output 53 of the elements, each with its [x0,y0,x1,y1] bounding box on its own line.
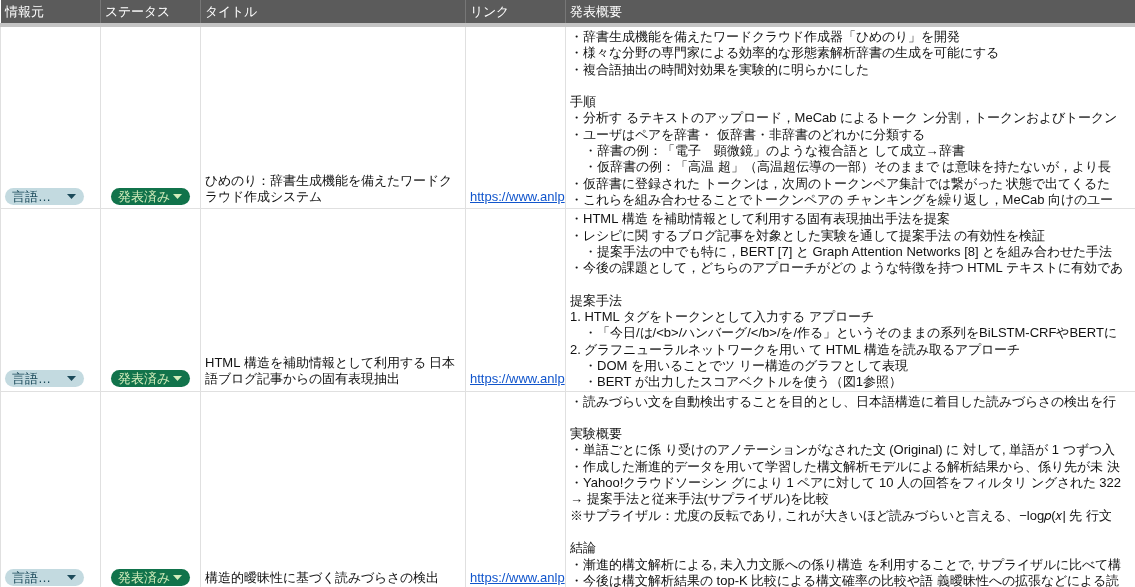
summary-line: ・HTML 構造 を補助情報として利用する固有表現抽出手法を提案 [570,211,951,228]
caret-icon [173,193,182,199]
dropdown-chip[interactable]: 言語… [5,187,84,205]
summary-line: ・これらを組み合わせることでトークンペアの チャンキングを繰り返し，MeCab 向けのユー [570,191,1114,209]
summary-line: ・「今日/は/<b>/ハンバーグ/</b>/を/作る」というそのままの系列をBiLSTM-CRFやBERTに [583,325,1117,342]
column-header[interactable]: 情報元 [0,0,101,25]
title-text: 構造的曖昧性に基づく読みづらさの検出 [205,569,440,587]
summary-line: ・仮辞書に登録された トークンは，次周のトークンペア集計では繋がった 状態で出てくるた [570,175,1111,192]
summary-line: ・読みづらい文を自動検出することを目的とし、日本語構造に着目した読みづらさの検出を行 [570,393,1116,410]
link[interactable]: https://www.anlp [470,371,565,387]
summary-line: 結論 [570,540,596,557]
summary-line: ・漸進的構文解析による, 未入力文脈への係り構造 を利用することで, サプライザルに比べて構 [570,556,1122,573]
summary-line: ・辞書の例：「電子 顕微鏡」のような複合語と して成立→辞書 [583,143,965,160]
summary-line: 実験概要 [570,426,622,443]
summary-line: ・分析す るテキストのアップロード，MeCab によるトーク ン分割，トークンおよびトークン [570,110,1117,127]
dropdown-chip[interactable]: 言語… [5,568,84,586]
summary-line: ・今後の課題として，どちらのアプローチがどの ような特徴を持つ HTML テキストに有効であ [570,260,1123,277]
summary-line: ・仮辞書の例：「高温 超」（高温超伝導の一部）そのままで は意味を持たないが，より長 [583,159,1112,176]
dropdown-chip[interactable]: 言語… [5,370,84,388]
summary-line: ・提案手法の中でも特に，BERT [7] と Graph Attention Networks [8] とを組み合わせた手法 [583,243,1113,261]
summary-line: ・複合語抽出の時間対効果を実験的に明らかにした [570,61,869,78]
column-header[interactable]: リンク [465,0,566,25]
summary-line: ・DOM を用いることでツ リー構造のグラフとして表現 [583,357,908,375]
summary-line: 2. グラフニューラルネットワークを用い て HTML 構造を読み取るアプローチ [570,341,1021,358]
summary-line: ・BERT が出力したスコアベクトルを使う（図1参照） [583,374,903,391]
dropdown-chip[interactable]: 発表済み [111,568,190,586]
summary-line: ・レシピに関 するブログ記事を対象とした実験を通して提案手法 の有効性を検証 [570,227,1046,244]
caret-icon [173,376,182,382]
column-header[interactable]: 発表概要 [565,0,1135,25]
summary-line: 提案手法 [570,292,622,310]
summary-line: 手順 [570,94,596,111]
dropdown-chip[interactable]: 発表済み [111,370,190,388]
link[interactable]: https://www.anlp [470,188,565,204]
summary-line: ・ユーザはペアを辞書・ 仮辞書・非辞書のどれかに分類する [570,126,925,144]
summary-line: → 提案手法と従来手法(サプライザル)を比較 [570,491,830,508]
title-text: HTML 構造を補助情報として利用する 日本語ブログ記事からの固有表現抽出 [205,354,457,388]
summary-line: ・様々な分野の専門家による効率的な形態素解析辞書の生成を可能にする [570,45,999,62]
summary-line: ・Yahoo!クラウドソーシン グにより 1 ペアに対して 10 人の回答をフィルタリ ングされた 322 [570,475,1121,492]
caret-icon [67,193,76,199]
summary-line: ・辞書生成機能を備えたワードクラウド作成器「ひめのり」を開発 [570,29,960,46]
summary-line: ・作成した漸進的データを用いて学習した構文解析モデルによる解析結果から、係り先が未 決 [570,458,1120,475]
column-header[interactable]: ステータス [100,0,201,25]
caret-icon [173,574,182,580]
title-text: ひめのり：辞書生成機能を備えたワードクラウド作成システム [205,172,453,206]
dropdown-chip[interactable]: 発表済み [111,187,190,205]
caret-icon [67,376,76,382]
summary-line: ・今後は構文解析結果の top-K 比較による構文確率の比較や語 義曖昧性への拡張などによる読 [570,572,1119,587]
column-header[interactable]: タイトル [200,0,466,25]
link[interactable]: https://www.anlp [470,569,565,585]
summary-line: 1. HTML タグをトークンとして入力する アプローチ [570,309,874,326]
summary-line: ・単語ごとに係 り受けのアノテーションがなされた文 (Original) に 対して, 単語が 1 つずつ入 [570,442,1115,459]
caret-icon [67,574,76,580]
summary-line: ※サプライザル：尤度の反転であり, これが大きいほど読みづらいと言える、−log𝑝(𝑥| 先 行文 [570,507,1113,524]
